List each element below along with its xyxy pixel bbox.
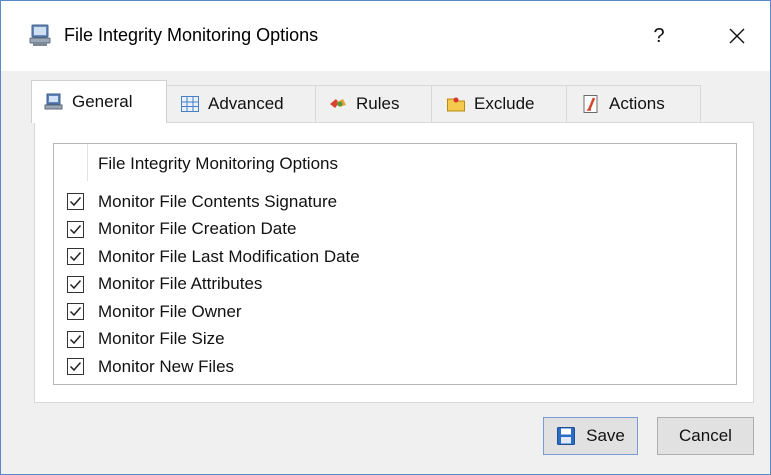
general-tab-panel: File Integrity Monitoring Options Monito…: [34, 122, 754, 403]
tab-label: Actions: [609, 94, 665, 113]
folder-icon: [446, 94, 466, 114]
save-button[interactable]: Save: [543, 417, 638, 455]
option-label: Monitor File Size: [98, 329, 225, 349]
tab-actions[interactable]: Actions: [566, 85, 701, 122]
floppy-disk-icon: [556, 426, 576, 446]
checkbox[interactable]: [67, 303, 84, 321]
checkmark-icon: [69, 334, 82, 344]
checkbox[interactable]: [67, 193, 84, 211]
help-button[interactable]: ?: [641, 19, 677, 53]
dialog-window: File Integrity Monitoring Options ? Gene…: [0, 0, 771, 475]
checkmark-icon: [69, 362, 82, 372]
checkmark-icon: [69, 279, 82, 289]
checkbox[interactable]: [67, 248, 84, 266]
list-header: File Integrity Monitoring Options: [54, 144, 736, 181]
tab-label: Rules: [356, 94, 400, 113]
tab-general[interactable]: General: [31, 80, 167, 123]
tab-advanced[interactable]: Advanced: [165, 85, 317, 122]
option-label: Monitor File Attributes: [98, 274, 263, 294]
tab-rules[interactable]: Rules: [315, 85, 433, 122]
actions-icon: [581, 94, 601, 114]
cancel-button-label: Cancel: [679, 426, 732, 445]
close-button[interactable]: [719, 19, 755, 53]
tab-exclude[interactable]: Exclude: [431, 85, 568, 122]
tab-label: Advanced: [208, 94, 284, 113]
app-computer-icon: [28, 23, 54, 47]
tab-label: Exclude: [474, 94, 535, 113]
checkmark-icon: [69, 307, 82, 317]
checkbox[interactable]: [67, 330, 84, 348]
option-label: Monitor New Files: [98, 356, 235, 376]
checkbox[interactable]: [67, 220, 84, 238]
checkmark-icon: [69, 197, 82, 207]
grid-icon: [180, 94, 200, 114]
checkbox[interactable]: [67, 358, 84, 376]
checkbox[interactable]: [67, 275, 84, 293]
rules-icon: [328, 94, 348, 114]
computer-icon: [44, 92, 64, 112]
window-title: File Integrity Monitoring Options: [64, 25, 319, 45]
list-header-gutter: [54, 144, 88, 181]
close-icon: [729, 27, 745, 44]
cancel-button[interactable]: Cancel: [657, 417, 754, 455]
checkmark-icon: [69, 224, 82, 234]
option-label: Monitor File Contents Signature: [98, 191, 338, 211]
save-button-label: Save: [586, 426, 625, 445]
option-label: Monitor File Last Modification Date: [98, 246, 360, 266]
list-header-label: File Integrity Monitoring Options: [98, 154, 338, 173]
option-label: Monitor File Owner: [98, 301, 242, 321]
options-checklist: File Integrity Monitoring Options Monito…: [53, 143, 737, 385]
tab-label: General: [72, 92, 133, 111]
option-label: Monitor File Creation Date: [98, 219, 297, 239]
checkmark-icon: [69, 252, 82, 262]
title-bar: File Integrity Monitoring Options ?: [1, 1, 770, 71]
